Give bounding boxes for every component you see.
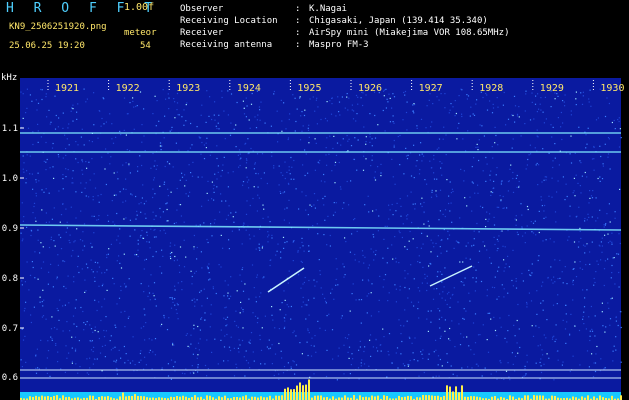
meteor-echo: [429, 265, 473, 287]
x-tick-label: 1928: [479, 83, 503, 94]
x-tick-label: 1924: [237, 83, 261, 94]
meteor-echo: [267, 267, 305, 293]
x-tick-label: 1922: [116, 83, 140, 94]
x-tick-label: 1925: [297, 83, 321, 94]
x-tick-label: 1923: [176, 83, 200, 94]
x-tick-label: 1921: [55, 83, 79, 94]
x-tick-label: 1927: [419, 83, 443, 94]
carrier-line: [19, 224, 622, 231]
spectrogram-overlay: 1921 1922 1923 1924 1925 1926 1927 1928 1929 1930: [19, 80, 624, 400]
x-tick-label: 1926: [358, 83, 382, 94]
x-tick-label: 1929: [540, 83, 564, 94]
noise-layer: [20, 88, 622, 381]
x-tick-label: 1930: [600, 83, 624, 94]
